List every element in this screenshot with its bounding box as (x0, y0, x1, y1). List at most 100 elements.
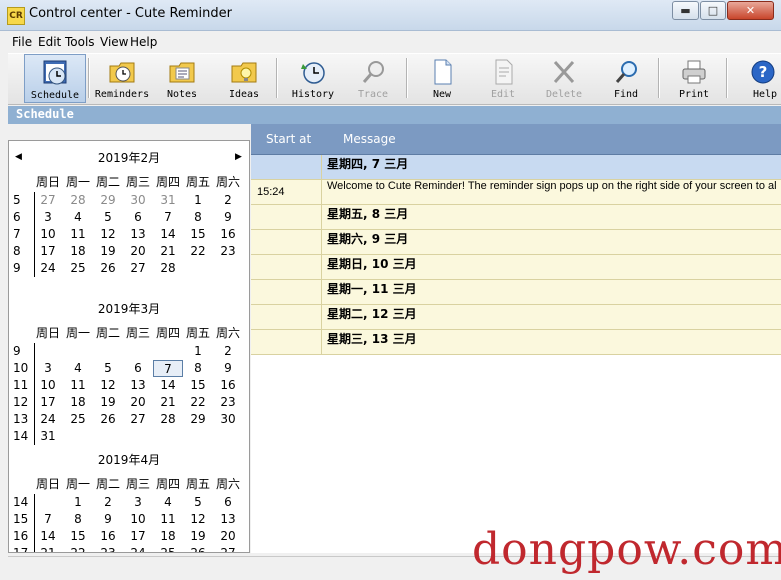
calendar-day[interactable]: 23 (213, 394, 243, 411)
calendar-day[interactable]: 24 (33, 260, 63, 277)
calendar-day[interactable]: 14 (153, 226, 183, 243)
calendar-day[interactable]: 11 (63, 226, 93, 243)
calendar-day[interactable]: 16 (213, 226, 243, 243)
calendar-day[interactable]: 13 (123, 377, 153, 394)
calendar-day[interactable]: 29 (93, 192, 123, 209)
menu-edit[interactable]: Edit (38, 35, 61, 49)
toolbar-ideas-button[interactable]: Ideas (213, 54, 275, 103)
calendar-day[interactable]: 4 (153, 494, 183, 511)
calendar-day[interactable]: 11 (63, 377, 93, 394)
reminder-row[interactable]: 15:24 Welcome to Cute Reminder! The remin… (251, 180, 781, 205)
calendar-day[interactable]: 26 (183, 545, 213, 552)
toolbar-notes-button[interactable]: Notes (151, 54, 213, 103)
calendar-day[interactable]: 3 (33, 360, 63, 377)
day-header-row[interactable]: 星期一, 11 三月 (251, 280, 781, 305)
day-header-row[interactable]: 星期日, 10 三月 (251, 255, 781, 280)
toolbar-new-button[interactable]: New (411, 54, 473, 103)
calendar-day[interactable]: 30 (123, 192, 153, 209)
calendar-day[interactable]: 21 (153, 394, 183, 411)
toolbar-history-button[interactable]: History (282, 54, 344, 103)
menu-file[interactable]: File (12, 35, 32, 49)
calendar-day[interactable]: 12 (93, 377, 123, 394)
calendar-day[interactable]: 18 (63, 243, 93, 260)
toolbar-schedule-button[interactable]: Schedule (24, 54, 86, 103)
calendar-day[interactable]: 25 (63, 260, 93, 277)
calendar-day[interactable]: 13 (123, 226, 153, 243)
calendar-day[interactable]: 20 (123, 243, 153, 260)
toolbar-find-button[interactable]: Find (595, 54, 657, 103)
calendar-day[interactable]: 10 (123, 511, 153, 528)
calendar-day[interactable]: 1 (63, 494, 93, 511)
calendar-day[interactable]: 6 (123, 209, 153, 226)
maximize-button[interactable]: □ (700, 1, 726, 20)
calendar-day[interactable]: 27 (33, 192, 63, 209)
calendar-day[interactable]: 7 (33, 511, 63, 528)
calendar-day[interactable]: 26 (93, 260, 123, 277)
calendar-day[interactable]: 14 (33, 528, 63, 545)
calendar-day[interactable]: 7 (153, 209, 183, 226)
calendar-day[interactable]: 11 (153, 511, 183, 528)
calendar-day[interactable]: 21 (33, 545, 63, 552)
calendar-day[interactable]: 30 (213, 411, 243, 428)
calendar-day[interactable]: 26 (93, 411, 123, 428)
calendar-day[interactable]: 16 (93, 528, 123, 545)
calendar-day[interactable]: 28 (63, 192, 93, 209)
calendar-day[interactable]: 13 (213, 511, 243, 528)
menu-view[interactable]: View (100, 35, 128, 49)
calendar-day[interactable]: 27 (123, 411, 153, 428)
toolbar-reminders-button[interactable]: Reminders (91, 54, 153, 103)
calendar-day[interactable]: 12 (93, 226, 123, 243)
calendar-day[interactable]: 25 (153, 545, 183, 552)
calendar-day[interactable]: 16 (213, 377, 243, 394)
calendar-day[interactable]: 19 (93, 394, 123, 411)
day-header-row[interactable]: 星期五, 8 三月 (251, 205, 781, 230)
toolbar-help-button[interactable]: ? Help (731, 54, 781, 103)
calendar-day[interactable]: 9 (213, 209, 243, 226)
calendar-day[interactable]: 15 (63, 528, 93, 545)
calendar-day[interactable]: 2 (213, 192, 243, 209)
calendar-day[interactable]: 9 (213, 360, 243, 377)
calendar-day[interactable]: 17 (33, 243, 63, 260)
calendar-day[interactable]: 28 (153, 260, 183, 277)
calendar-day[interactable]: 23 (213, 243, 243, 260)
calendar-day[interactable]: 19 (93, 243, 123, 260)
calendar-day[interactable]: 22 (183, 394, 213, 411)
calendar-day[interactable]: 20 (123, 394, 153, 411)
day-header-row[interactable]: 星期四, 7 三月 (251, 155, 781, 180)
next-month-arrow-icon[interactable]: ▶ (235, 152, 242, 162)
toolbar-trace-button[interactable]: Trace (342, 54, 404, 103)
toolbar-print-button[interactable]: Print (663, 54, 725, 103)
calendar-day[interactable]: 2 (213, 343, 243, 360)
calendar-day-selected[interactable]: 7 (153, 360, 183, 377)
prev-month-arrow-icon[interactable]: ◀ (15, 152, 22, 162)
calendar-day[interactable]: 8 (183, 209, 213, 226)
calendar-day[interactable]: 8 (183, 360, 213, 377)
calendar-day[interactable]: 29 (183, 411, 213, 428)
calendar-day[interactable]: 20 (213, 528, 243, 545)
calendar-day[interactable]: 22 (183, 243, 213, 260)
toolbar-edit-button[interactable]: Edit (472, 54, 534, 103)
column-message[interactable]: Message (343, 132, 396, 146)
calendar-day[interactable]: 2 (93, 494, 123, 511)
calendar-day[interactable]: 12 (183, 511, 213, 528)
calendar-day[interactable]: 15 (183, 226, 213, 243)
calendar-day[interactable]: 18 (63, 394, 93, 411)
calendar-day[interactable]: 21 (153, 243, 183, 260)
calendar-day[interactable]: 15 (183, 377, 213, 394)
calendar-day[interactable]: 5 (93, 209, 123, 226)
calendar-day[interactable]: 17 (123, 528, 153, 545)
calendar-day[interactable]: 28 (153, 411, 183, 428)
calendar-day[interactable]: 27 (213, 545, 243, 552)
minimize-button[interactable]: ▬ (672, 1, 699, 20)
calendar-day[interactable]: 31 (153, 192, 183, 209)
day-header-row[interactable]: 星期二, 12 三月 (251, 305, 781, 330)
calendar-day[interactable]: 10 (33, 226, 63, 243)
calendar-day[interactable]: 10 (33, 377, 63, 394)
calendar-day[interactable]: 24 (33, 411, 63, 428)
calendar-day[interactable]: 18 (153, 528, 183, 545)
calendar-day[interactable]: 22 (63, 545, 93, 552)
calendar-day[interactable]: 4 (63, 209, 93, 226)
calendar-day[interactable]: 3 (123, 494, 153, 511)
day-header-row[interactable]: 星期三, 13 三月 (251, 330, 781, 355)
calendar-day[interactable]: 31 (33, 428, 63, 445)
